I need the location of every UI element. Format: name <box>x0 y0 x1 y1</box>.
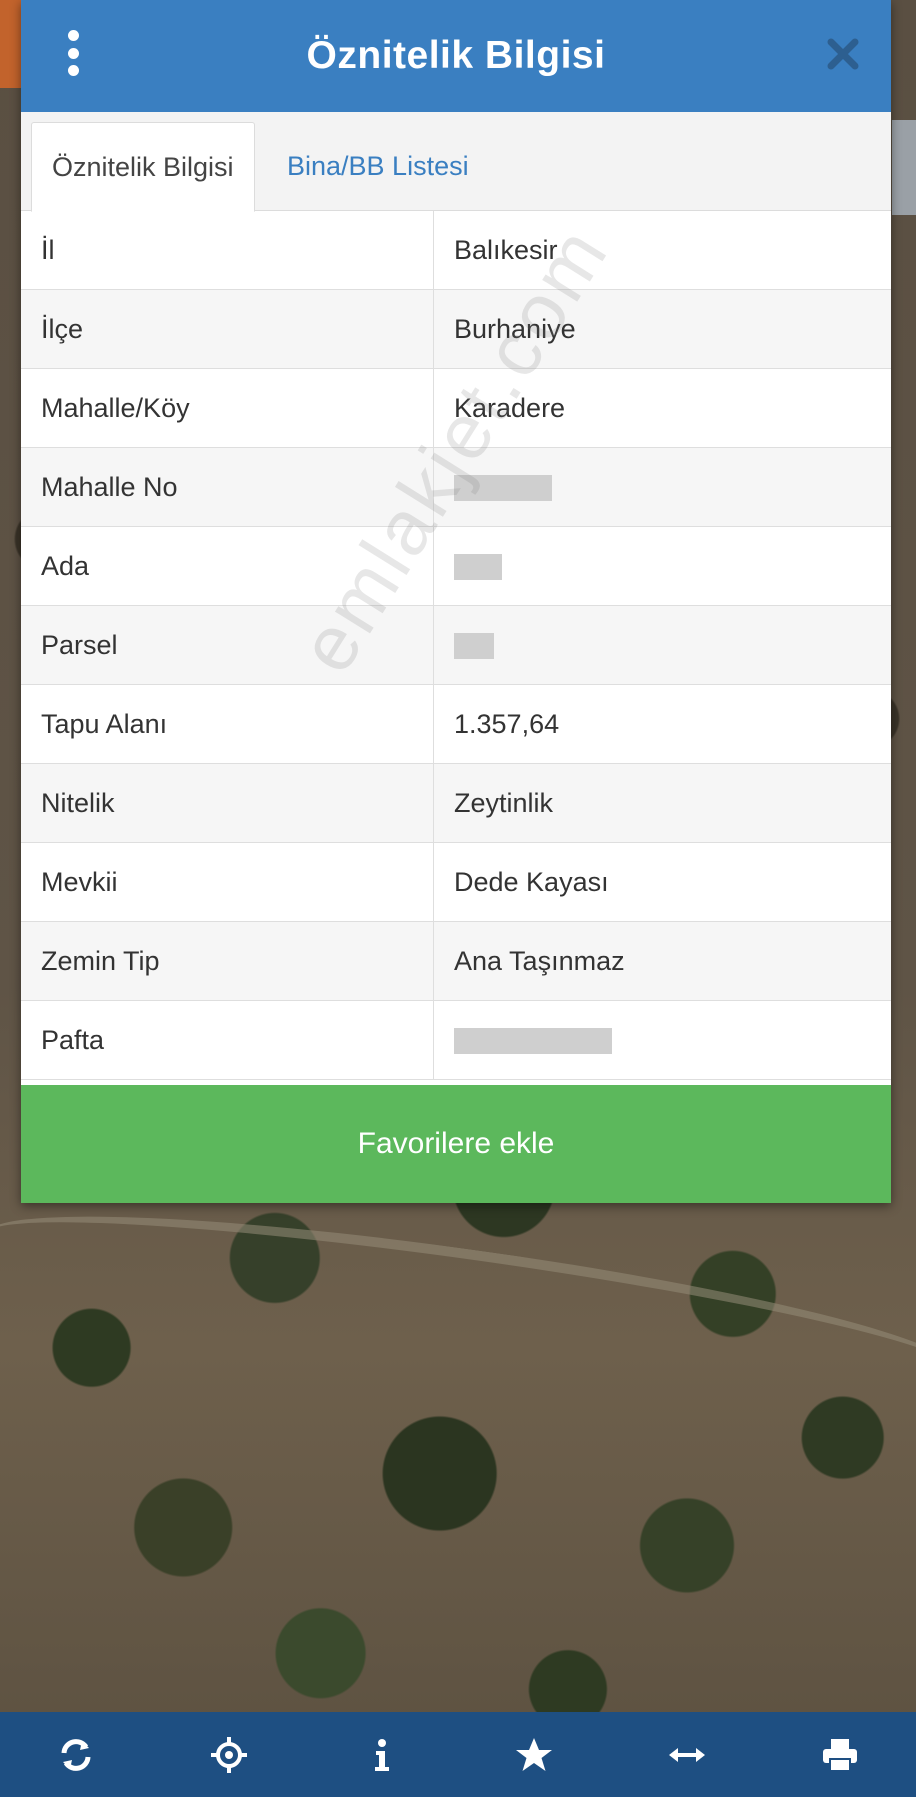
attribute-row: Tapu Alanı 1.357,64 <box>21 684 891 764</box>
attribute-value: Zeytinlik <box>433 763 891 843</box>
refresh-button[interactable] <box>46 1725 106 1785</box>
dialog-title: Öznitelik Bilgisi <box>306 34 606 77</box>
attribute-row: Parsel <box>21 605 891 685</box>
bottom-toolbar <box>0 1712 916 1797</box>
map-road <box>0 1182 916 1448</box>
print-button[interactable] <box>810 1725 870 1785</box>
attribute-key: Mevkii <box>21 842 434 922</box>
refresh-icon <box>61 1738 91 1771</box>
attribute-row: Ada <box>21 526 891 606</box>
measure-icon <box>668 1747 705 1762</box>
favorites-button[interactable] <box>504 1725 564 1785</box>
measure-button[interactable] <box>657 1725 717 1785</box>
attribute-key: Pafta <box>21 1000 434 1080</box>
attribute-key: Mahalle/Köy <box>21 368 434 448</box>
attribute-table: İl Balıkesir İlçe Burhaniye Mahalle/Köy Karad… <box>21 211 891 1080</box>
attribute-key: Tapu Alanı <box>21 684 434 764</box>
redacted-value <box>454 633 494 660</box>
attribute-value <box>433 526 891 606</box>
star-icon <box>516 1737 553 1771</box>
locate-icon <box>210 1736 247 1773</box>
attribute-row: Nitelik Zeytinlik <box>21 763 891 843</box>
attribute-key: İl <box>21 211 434 290</box>
attribute-value: Ana Taşınmaz <box>433 921 891 1001</box>
attribute-info-dialog: Öznitelik Bilgisi Öznitelik Bilgisi Bina… <box>21 0 891 1203</box>
attribute-row: İlçe Burhaniye <box>21 289 891 369</box>
locate-button[interactable] <box>199 1725 259 1785</box>
attribute-value <box>433 447 891 527</box>
attribute-value <box>433 605 891 685</box>
dialog-header: Öznitelik Bilgisi <box>21 0 891 112</box>
attribute-row: Pafta <box>21 1000 891 1080</box>
tab-attribute-info[interactable]: Öznitelik Bilgisi <box>31 122 255 212</box>
attribute-key: Nitelik <box>21 763 434 843</box>
attribute-key: Zemin Tip <box>21 921 434 1001</box>
tab-bar: Öznitelik Bilgisi Bina/BB Listesi <box>21 112 891 212</box>
menu-icon[interactable] <box>65 30 81 76</box>
print-icon <box>822 1738 857 1772</box>
tab-building-list[interactable]: Bina/BB Listesi <box>267 122 489 210</box>
close-icon[interactable] <box>825 36 861 72</box>
attribute-key: İlçe <box>21 289 434 369</box>
info-button[interactable] <box>352 1725 412 1785</box>
redacted-value <box>454 1028 612 1055</box>
info-icon <box>374 1738 389 1771</box>
attribute-value: 1.357,64 <box>433 684 891 764</box>
attribute-value <box>433 1000 891 1080</box>
attribute-row: İl Balıkesir <box>21 211 891 290</box>
attribute-row: Mevkii Dede Kayası <box>21 842 891 922</box>
attribute-value: Balıkesir <box>433 211 891 290</box>
redacted-value <box>454 554 502 581</box>
attribute-row: Zemin Tip Ana Taşınmaz <box>21 921 891 1001</box>
map-side-control <box>892 120 916 215</box>
add-to-favorites-button[interactable]: Favorilere ekle <box>21 1085 891 1203</box>
attribute-value: Dede Kayası <box>433 842 891 922</box>
map-accent <box>0 0 22 88</box>
